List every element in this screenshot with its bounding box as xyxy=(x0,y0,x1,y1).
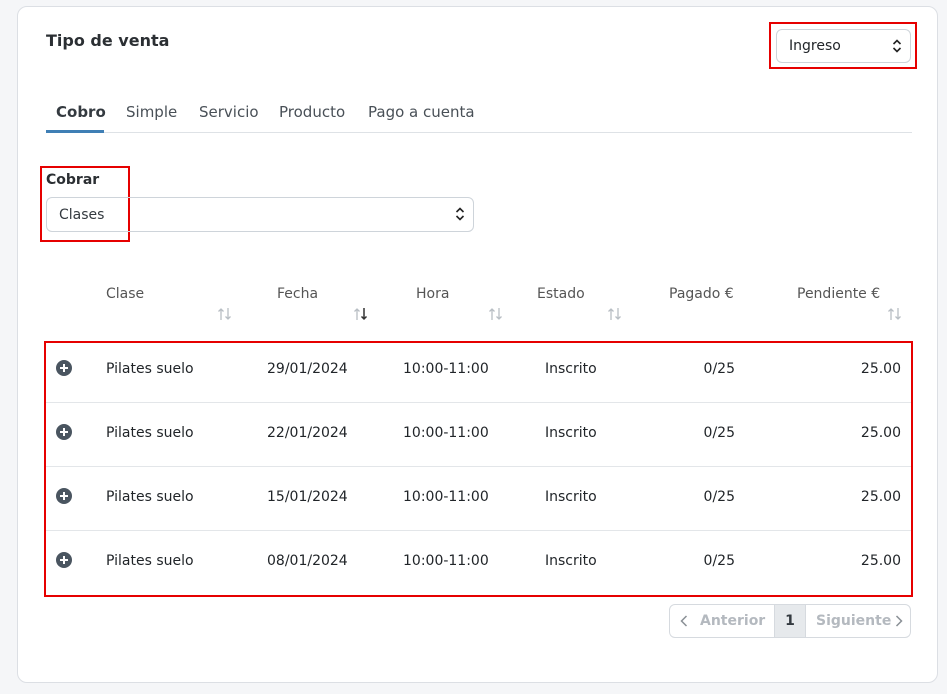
cell-fecha: 29/01/2024 xyxy=(267,361,348,377)
sort-icon[interactable] xyxy=(887,307,903,321)
cell-hora: 10:00-11:00 xyxy=(403,361,489,377)
plus-circle-icon[interactable] xyxy=(55,487,73,505)
plus-circle-icon[interactable] xyxy=(55,551,73,569)
cell-estado: Inscrito xyxy=(545,425,597,441)
pagination-next-label: Siguiente xyxy=(816,613,892,629)
cell-fecha: 15/01/2024 xyxy=(267,489,348,505)
chevron-right-icon xyxy=(895,615,903,627)
plus-circle-icon[interactable] xyxy=(55,359,73,377)
column-header-estado[interactable]: Estado xyxy=(537,286,585,302)
table-row: Pilates suelo 08/01/2024 10:00-11:00 Ins… xyxy=(46,531,911,595)
cell-pendiente: 25.00 xyxy=(860,553,901,569)
pagination-page-current[interactable]: 1 xyxy=(774,605,806,637)
table-row: Pilates suelo 29/01/2024 10:00-11:00 Ins… xyxy=(46,339,911,403)
cobrar-select-value: Clases xyxy=(59,207,105,223)
cell-pagado: 0/25 xyxy=(703,361,735,377)
cell-hora: 10:00-11:00 xyxy=(403,489,489,505)
cell-pendiente: 25.00 xyxy=(860,489,901,505)
cell-pendiente: 25.00 xyxy=(860,425,901,441)
pagination-next-button[interactable]: Siguiente xyxy=(806,605,910,637)
column-header-hora[interactable]: Hora xyxy=(416,286,449,302)
column-header-fecha[interactable]: Fecha xyxy=(277,286,318,302)
cell-hora: 10:00-11:00 xyxy=(403,425,489,441)
tab-bar: Cobro Simple Servicio Producto Pago a cu… xyxy=(46,101,912,133)
column-header-clase[interactable]: Clase xyxy=(106,286,144,302)
tab-simple[interactable]: Simple xyxy=(126,101,177,133)
tab-pago-a-cuenta[interactable]: Pago a cuenta xyxy=(368,101,475,133)
sort-icon[interactable] xyxy=(488,307,504,321)
table-row: Pilates suelo 22/01/2024 10:00-11:00 Ins… xyxy=(46,403,911,467)
column-header-pagado[interactable]: Pagado € xyxy=(669,286,734,302)
tab-producto[interactable]: Producto xyxy=(279,101,345,133)
plus-circle-icon[interactable] xyxy=(55,423,73,441)
cell-fecha: 22/01/2024 xyxy=(267,425,348,441)
tab-servicio[interactable]: Servicio xyxy=(199,101,259,133)
cell-clase: Pilates suelo xyxy=(106,489,194,505)
cell-estado: Inscrito xyxy=(545,361,597,377)
cell-pagado: 0/25 xyxy=(703,425,735,441)
pagination-prev-button[interactable]: Anterior xyxy=(670,605,774,637)
sort-icon[interactable] xyxy=(217,307,233,321)
sort-active-icon[interactable] xyxy=(353,307,369,321)
cell-hora: 10:00-11:00 xyxy=(403,553,489,569)
sort-icon[interactable] xyxy=(607,307,623,321)
cell-clase: Pilates suelo xyxy=(106,361,194,377)
cobrar-label: Cobrar xyxy=(46,172,100,188)
pagination-prev-label: Anterior xyxy=(700,613,766,629)
cobrar-select[interactable]: Clases xyxy=(46,197,474,232)
cell-fecha: 08/01/2024 xyxy=(267,553,348,569)
tipo-select-value: Ingreso xyxy=(789,38,841,54)
sale-type-card: Tipo de venta Ingreso Cobro Simple Servi… xyxy=(17,6,938,683)
tab-cobro[interactable]: Cobro xyxy=(46,101,106,133)
column-header-pendiente[interactable]: Pendiente € xyxy=(797,286,880,302)
chevron-left-icon xyxy=(680,615,688,627)
cell-estado: Inscrito xyxy=(545,553,597,569)
cell-estado: Inscrito xyxy=(545,489,597,505)
pagination: Anterior 1 Siguiente xyxy=(669,604,911,638)
tipo-select[interactable]: Ingreso xyxy=(776,29,911,63)
cell-pendiente: 25.00 xyxy=(860,361,901,377)
cell-clase: Pilates suelo xyxy=(106,425,194,441)
table-row: Pilates suelo 15/01/2024 10:00-11:00 Ins… xyxy=(46,467,911,531)
page-title: Tipo de venta xyxy=(46,31,170,50)
cell-pagado: 0/25 xyxy=(703,489,735,505)
cell-clase: Pilates suelo xyxy=(106,553,194,569)
cell-pagado: 0/25 xyxy=(703,553,735,569)
updown-icon xyxy=(455,207,465,221)
highlight-box-tipo: Ingreso xyxy=(769,22,917,69)
updown-icon xyxy=(892,39,902,53)
